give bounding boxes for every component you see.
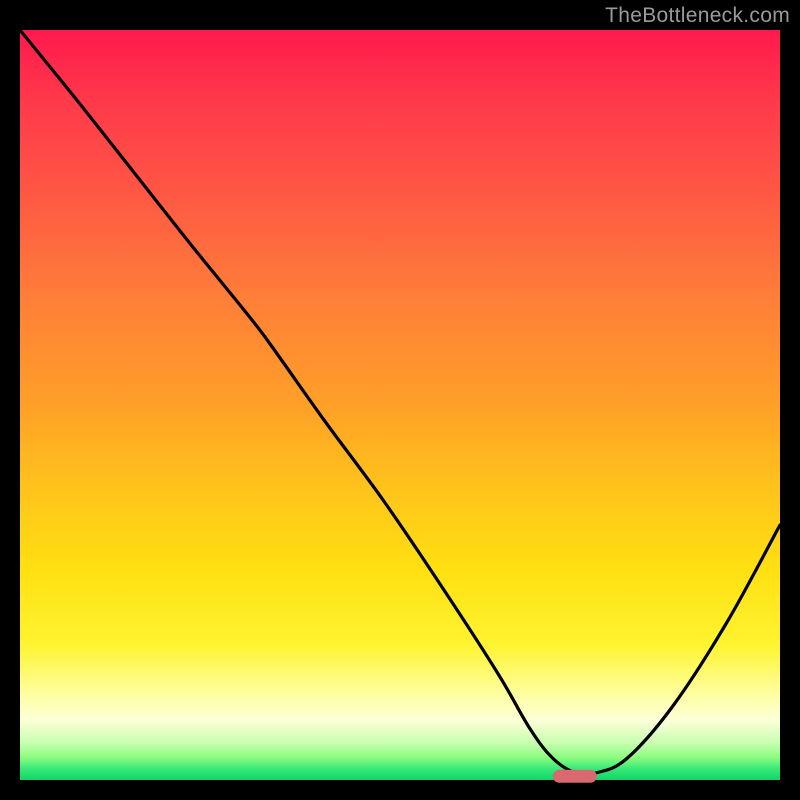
watermark-text: TheBottleneck.com [605,4,790,28]
bottleneck-marker [553,770,597,783]
chart-svg [20,30,780,780]
plot-area [20,30,780,780]
bottleneck-curve-path [20,30,780,775]
chart-frame: TheBottleneck.com [0,0,800,800]
